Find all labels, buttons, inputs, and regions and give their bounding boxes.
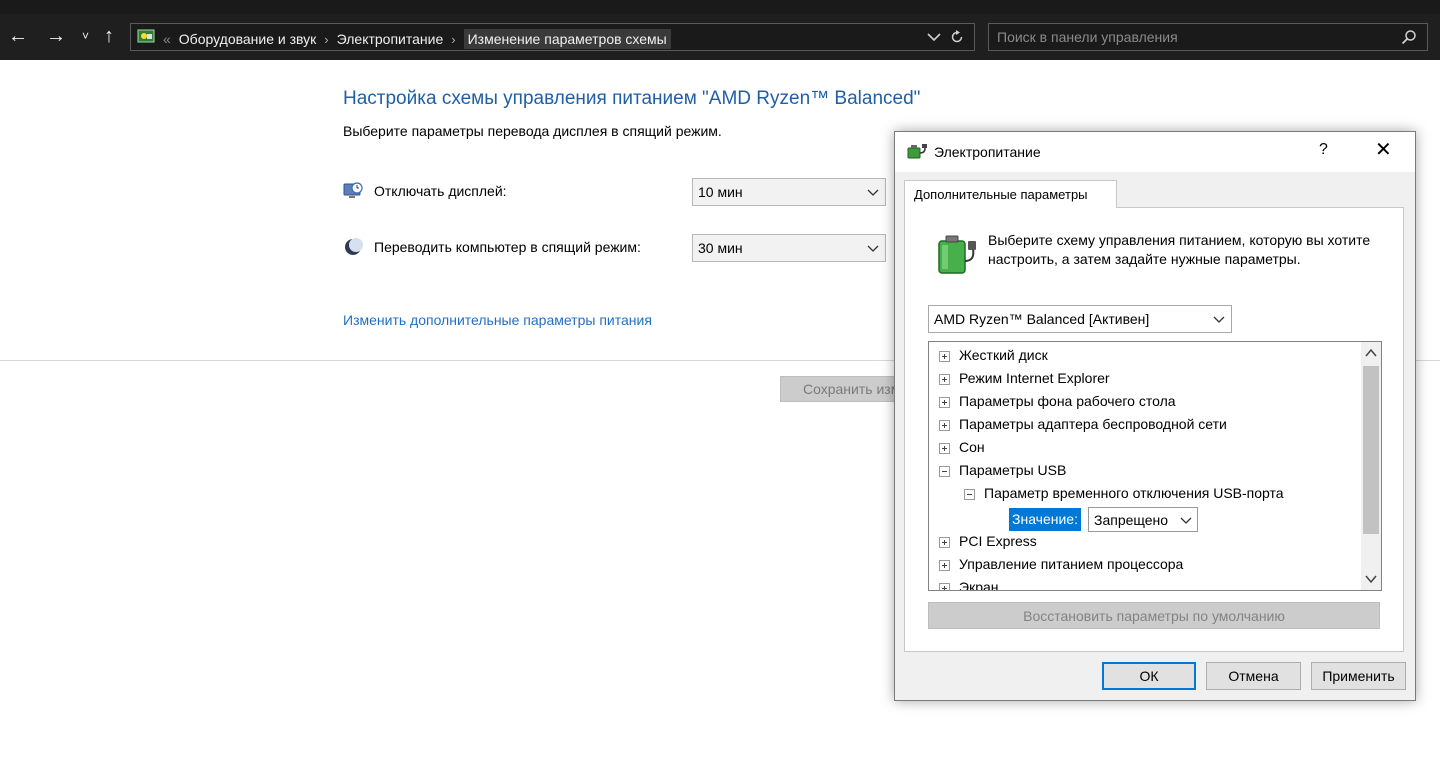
- up-button[interactable]: ↑: [104, 24, 114, 48]
- breadcrumb-power-options[interactable]: Электропитание: [337, 31, 444, 47]
- power-plan-value: AMD Ryzen™ Balanced [Активен]: [934, 311, 1150, 327]
- moon-icon: [345, 238, 363, 255]
- setting-value: Запрещено: [1094, 512, 1169, 528]
- address-dropdown-icon[interactable]: [927, 32, 941, 42]
- recent-locations-button[interactable]: ˅: [82, 24, 89, 48]
- dialog-intro-text: Выберите схему управления питанием, кото…: [988, 232, 1371, 267]
- breadcrumb-overflow[interactable]: «: [163, 31, 171, 47]
- sleep-select[interactable]: 30 мин: [692, 234, 886, 262]
- display-off-label: Отключать дисплей:: [374, 183, 507, 199]
- expand-icon[interactable]: [939, 583, 950, 590]
- expand-icon[interactable]: [939, 420, 950, 431]
- expand-icon[interactable]: [939, 397, 950, 408]
- breadcrumb: « Оборудование и звук › Электропитание › Изме…: [163, 29, 671, 49]
- search-input[interactable]: [997, 28, 1387, 46]
- monitor-clock-icon: [343, 182, 363, 198]
- chevron-down-icon: [1213, 316, 1225, 323]
- setting-value-label: Значение:: [1009, 508, 1081, 531]
- sleep-label: Переводить компьютер в спящий режим:: [374, 239, 641, 255]
- collapse-icon[interactable]: [964, 489, 975, 500]
- expand-icon[interactable]: [939, 351, 950, 362]
- display-off-select[interactable]: 10 мин: [692, 178, 886, 206]
- display-off-value: 10 мин: [698, 184, 743, 200]
- chevron-down-icon: [867, 245, 879, 252]
- help-button[interactable]: ?: [1319, 141, 1328, 159]
- restore-defaults-button[interactable]: Восстановить параметры по умолчанию: [928, 602, 1380, 629]
- collapse-icon[interactable]: [939, 466, 950, 477]
- power-plan-select[interactable]: AMD Ryzen™ Balanced [Активен]: [928, 305, 1232, 333]
- cancel-button[interactable]: Отмена: [1206, 662, 1301, 690]
- scroll-down-icon[interactable]: [1364, 572, 1378, 586]
- battery-plug-icon: [938, 235, 976, 274]
- scroll-up-icon[interactable]: [1364, 346, 1378, 360]
- close-button[interactable]: ✕: [1375, 140, 1392, 160]
- back-button[interactable]: ←: [8, 24, 28, 48]
- setting-value-select[interactable]: Запрещено: [1088, 507, 1198, 532]
- expand-icon[interactable]: [939, 443, 950, 454]
- ok-button[interactable]: ОК: [1102, 662, 1196, 690]
- breadcrumb-hardware-sound[interactable]: Оборудование и звук: [179, 31, 317, 47]
- address-bar[interactable]: « Оборудование и звук › Электропитание › Изме…: [130, 23, 975, 51]
- breadcrumb-edit-plan[interactable]: Изменение параметров схемы: [463, 29, 671, 49]
- expand-icon[interactable]: [939, 537, 950, 548]
- advanced-settings-link[interactable]: Изменить дополнительные параметры питани…: [343, 312, 652, 328]
- expand-icon[interactable]: [939, 560, 950, 571]
- settings-tree[interactable]: Жесткий диск Режим Internet Explorer Пар…: [928, 341, 1382, 591]
- tab-advanced-settings[interactable]: Дополнительные параметры: [904, 180, 1117, 208]
- chevron-down-icon: [1180, 517, 1192, 524]
- chevron-down-icon: [867, 189, 879, 196]
- forward-button[interactable]: →: [46, 24, 66, 48]
- sleep-value: 30 мин: [698, 240, 743, 256]
- search-box[interactable]: [988, 23, 1428, 51]
- breadcrumb-separator[interactable]: ›: [451, 32, 455, 47]
- explorer-toolbar: ← → ˅ ↑ « Оборудование и звук › Электропита…: [0, 0, 1440, 60]
- breadcrumb-separator[interactable]: ›: [324, 32, 328, 47]
- power-options-icon: [907, 144, 927, 159]
- dialog-title: Электропитание: [934, 144, 1041, 160]
- control-panel-icon: [137, 29, 155, 43]
- refresh-icon[interactable]: [949, 29, 965, 45]
- advanced-settings-panel: Выберите схему управления питанием, кото…: [904, 207, 1404, 652]
- tree-scrollbar[interactable]: [1361, 342, 1381, 590]
- expand-icon[interactable]: [939, 374, 950, 385]
- scrollbar-thumb[interactable]: [1363, 366, 1379, 534]
- page-title: Настройка схемы управления питанием "AMD…: [343, 88, 921, 109]
- window-title-strip: [0, 0, 1440, 14]
- dialog-title-bar[interactable]: Электропитание ? ✕: [895, 132, 1415, 172]
- page-subtitle: Выберите параметры перевода дисплея в сп…: [343, 123, 722, 139]
- power-options-dialog: Электропитание ? ✕ Дополнительные параме…: [894, 131, 1416, 701]
- search-icon[interactable]: [1401, 29, 1417, 45]
- apply-button[interactable]: Применить: [1311, 662, 1406, 690]
